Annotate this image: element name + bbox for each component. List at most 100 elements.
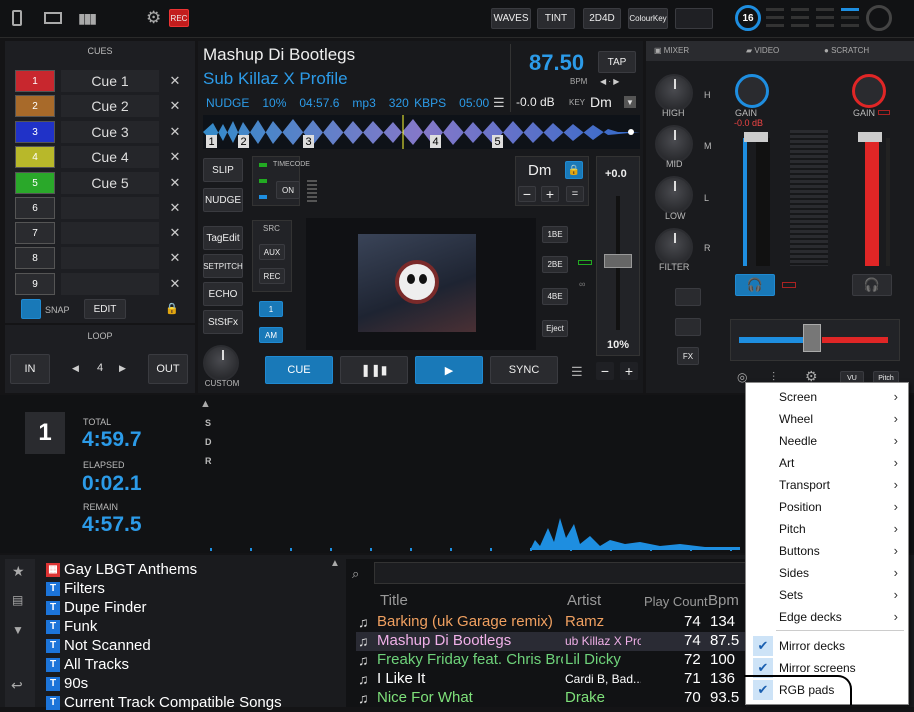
folder-item[interactable]: T All Tracks — [46, 655, 129, 674]
key-minus-button[interactable]: − — [518, 186, 536, 202]
low-eq-knob[interactable] — [655, 176, 693, 214]
source-rec-button[interactable]: REC — [259, 268, 285, 284]
folder-item[interactable]: ▦ Gay LBGT Anthems — [46, 560, 197, 579]
menu-item-wheel[interactable]: Wheel › — [746, 408, 908, 430]
bpm-arrows-icon[interactable]: ◀ · ▶ — [600, 77, 619, 86]
loop-decrease-icon[interactable]: ◀ — [72, 363, 79, 374]
table-row[interactable]: ♫ I Like It Cardi B, Bad... 71 136 — [356, 670, 746, 689]
waves-button[interactable]: WAVES — [491, 8, 531, 29]
tab-scratch[interactable]: ● SCRATCH — [824, 46, 869, 55]
cue-name[interactable] — [61, 273, 159, 295]
mixer-blank-button-2[interactable] — [675, 318, 701, 336]
channel-right-fader-track[interactable] — [865, 138, 879, 266]
star-icon[interactable]: ★ — [12, 563, 25, 580]
custom-knob[interactable] — [203, 345, 239, 381]
headphone-left-button[interactable]: 🎧 — [735, 274, 775, 296]
loop-out-button[interactable]: OUT — [148, 354, 188, 384]
menu-item-position[interactable]: Position › — [746, 496, 908, 518]
setpitch-button[interactable]: SETPITCH — [203, 254, 243, 278]
cue-delete-icon[interactable]: ✕ — [165, 273, 185, 295]
folder-item[interactable]: T Funk — [46, 617, 97, 636]
folder-item[interactable]: T Filters — [46, 579, 105, 598]
nudge-button[interactable]: NUDGE — [203, 188, 243, 212]
menu-check-mirror-decks[interactable]: ✔ Mirror decks — [746, 635, 908, 657]
drive-icon[interactable]: ▤ — [12, 593, 23, 607]
link-icon[interactable]: ∞ — [579, 279, 585, 289]
high-eq-knob[interactable] — [655, 74, 693, 112]
gear-icon[interactable]: ⚙ — [146, 8, 161, 28]
tap-button[interactable]: TAP — [598, 51, 636, 73]
pause-button[interactable]: ❚❚▮ — [340, 356, 408, 384]
edit-button[interactable]: EDIT — [84, 299, 126, 319]
mid-eq-knob[interactable] — [655, 125, 693, 163]
channel-left-fader-track[interactable] — [756, 138, 770, 266]
folder-item[interactable]: T Not Scanned — [46, 636, 151, 655]
cue-delete-icon[interactable]: ✕ — [165, 247, 185, 269]
snap-toggle[interactable] — [21, 299, 41, 319]
echo-button[interactable]: ECHO — [203, 282, 243, 306]
cue-delete-icon[interactable]: ✕ — [165, 95, 185, 117]
cue-pad[interactable]: 3 — [15, 121, 55, 143]
am-button[interactable]: AM — [259, 327, 283, 343]
filter-knob[interactable] — [655, 228, 693, 266]
cue-pad[interactable]: 9 — [15, 273, 55, 295]
mixer-blank-button-1[interactable] — [675, 288, 701, 306]
cue-delete-icon[interactable]: ✕ — [165, 70, 185, 92]
eject-button[interactable]: Eject — [542, 320, 568, 337]
cue-button[interactable]: CUE — [265, 356, 333, 384]
menu-item-art[interactable]: Art › — [746, 452, 908, 474]
crossfader-handle[interactable] — [803, 324, 821, 352]
scroll-up-icon[interactable]: ▲ — [200, 398, 211, 410]
menu-item-edge-decks[interactable]: Edge decks › — [746, 606, 908, 628]
menu-item-buttons[interactable]: Buttons › — [746, 540, 908, 562]
menu-item-needle[interactable]: Needle › — [746, 430, 908, 452]
hotcue-marker-3[interactable]: 3 — [303, 135, 314, 148]
cue-name[interactable]: Cue 5 — [61, 172, 159, 194]
fx-button[interactable]: FX — [677, 347, 699, 365]
cue-name[interactable] — [61, 247, 159, 269]
slip-button[interactable]: SLIP — [203, 158, 243, 182]
key-dropdown-icon[interactable]: ▼ — [624, 96, 636, 108]
blank-top-button[interactable] — [675, 8, 713, 29]
column-play-count[interactable]: Play Count — [644, 594, 708, 609]
key-plus-button[interactable]: + — [541, 186, 559, 202]
column-bpm[interactable]: Bpm — [708, 592, 739, 609]
search-icon[interactable]: ⌕ — [352, 566, 359, 582]
search-input[interactable] — [374, 562, 746, 584]
back-icon[interactable]: ↩ — [11, 677, 23, 694]
timecode-on-button[interactable]: ON — [276, 181, 300, 199]
loop-4-beats[interactable]: 4BE — [542, 288, 568, 305]
cue-name[interactable]: Cue 2 — [61, 95, 159, 117]
table-row[interactable]: ♫ Mashup Di Bootlegs ub Killaz X Profi 74 87… — [356, 632, 746, 651]
column-title[interactable]: Title — [380, 592, 408, 609]
folder-item[interactable]: T Dupe Finder — [46, 598, 147, 617]
cue-delete-icon[interactable]: ✕ — [165, 222, 185, 244]
table-row[interactable]: ♫ Barking (uk Garage remix) Ramz 74 134 — [356, 613, 746, 632]
deck-1-button[interactable]: 1 — [259, 301, 283, 317]
channel-left-fader-handle[interactable] — [744, 132, 768, 142]
loop-in-button[interactable]: IN — [10, 354, 50, 384]
colourkey-button[interactable]: ColourKey — [628, 8, 668, 29]
tab-mixer[interactable]: ▣ MIXER — [654, 46, 689, 55]
transport-menu-icon[interactable]: ☰ — [571, 364, 583, 380]
table-row[interactable]: ♫ Freaky Friday feat. Chris BrownLil Dick… — [356, 651, 746, 670]
tree-scroll-up-icon[interactable]: ▲ — [330, 558, 340, 569]
hotcue-marker-1[interactable]: 1 — [206, 135, 217, 148]
aux-button[interactable]: AUX — [259, 244, 285, 260]
menu-item-screen[interactable]: Screen › — [746, 386, 908, 408]
monitor-icon[interactable] — [44, 12, 62, 24]
menu-item-transport[interactable]: Transport › — [746, 474, 908, 496]
headphone-right-button[interactable]: 🎧 — [852, 274, 892, 296]
folder-item[interactable]: T 90s — [46, 674, 88, 693]
menu-item-sides[interactable]: Sides › — [746, 562, 908, 584]
deck-count-badge[interactable]: 16 — [735, 5, 761, 31]
column-artist[interactable]: Artist — [567, 592, 601, 609]
cue-pad[interactable]: 8 — [15, 247, 55, 269]
pitch-minus-button[interactable]: − — [596, 362, 614, 380]
lock-icon[interactable]: 🔒 — [165, 302, 179, 315]
cue-delete-icon[interactable]: ✕ — [165, 121, 185, 143]
loop-2-beats[interactable]: 2BE — [542, 256, 568, 273]
pitch-fader-handle[interactable] — [604, 254, 632, 268]
loop-increase-icon[interactable]: ▶ — [119, 363, 126, 374]
cue-name[interactable]: Cue 4 — [61, 146, 159, 168]
